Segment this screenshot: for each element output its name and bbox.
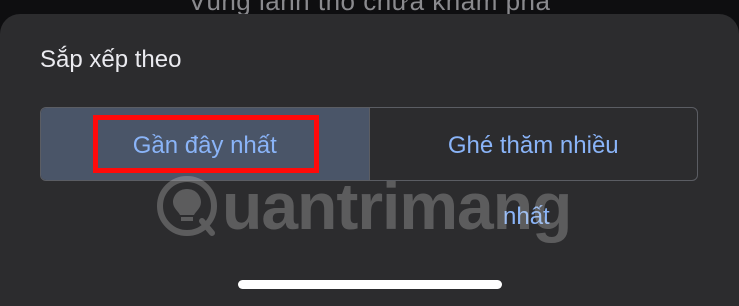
- sort-option-most-visited-label: Ghé thăm nhiều: [447, 132, 619, 159]
- sort-option-most-visited-overflow: nhất: [503, 203, 550, 230]
- sort-sheet-title: Sắp xếp theo: [40, 46, 182, 73]
- sort-option-most-visited[interactable]: Ghé thăm nhiều: [368, 108, 698, 180]
- screen: Vùng lãnh thổ chưa khám phá Sắp xếp theo…: [0, 0, 739, 306]
- home-indicator[interactable]: [238, 280, 502, 289]
- annotation-highlight-box: [93, 115, 319, 173]
